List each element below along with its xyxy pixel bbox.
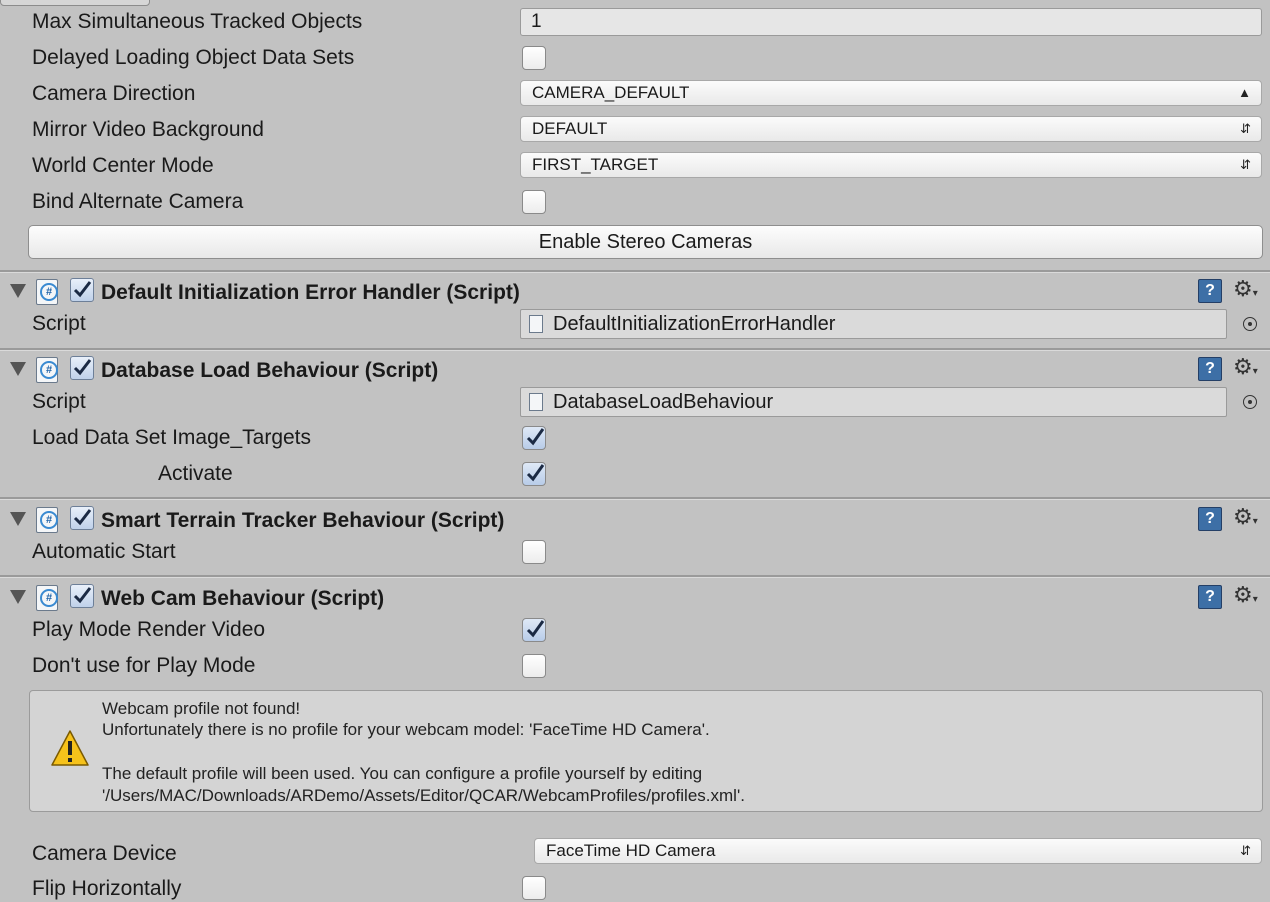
- bind-alt-camera-checkbox[interactable]: [522, 190, 546, 214]
- foldout-arrow-icon[interactable]: [10, 362, 26, 376]
- load-dataset-label: Load Data Set Image_Targets: [32, 426, 312, 449]
- error-handler-script-label: Script: [32, 312, 86, 335]
- flip-horizontally-label: Flip Horizontally: [32, 877, 182, 900]
- warning-line-1: Webcam profile not found!: [102, 699, 301, 718]
- script-file-icon: [529, 315, 543, 333]
- flip-horizontally-checkbox[interactable]: [522, 876, 546, 900]
- script-file-icon: [529, 393, 543, 411]
- warning-line-3: The default profile will been used. You …: [102, 764, 703, 783]
- gear-icon[interactable]: ⚙▾: [1233, 276, 1258, 307]
- error-handler-enabled-checkbox[interactable]: [70, 278, 94, 302]
- warning-line-2: Unfortunately there is no profile for yo…: [102, 720, 710, 739]
- play-mode-render-label: Play Mode Render Video: [32, 618, 266, 641]
- divider: [0, 575, 1270, 578]
- object-picker-icon[interactable]: [1243, 395, 1257, 409]
- max-tracked-input[interactable]: 1: [520, 8, 1262, 36]
- play-mode-render-checkbox[interactable]: [522, 618, 546, 642]
- dropdown-arrows-icon: ⇵: [1240, 121, 1251, 136]
- camera-device-dropdown[interactable]: FaceTime HD Camera ⇵: [534, 838, 1262, 864]
- smart-terrain-enabled-checkbox[interactable]: [70, 506, 94, 530]
- gear-icon[interactable]: ⚙▾: [1233, 354, 1258, 385]
- camera-device-value: FaceTime HD Camera: [546, 841, 716, 860]
- help-book-icon[interactable]: ?: [1198, 357, 1222, 381]
- foldout-arrow-icon[interactable]: [10, 284, 26, 298]
- mirror-dropdown[interactable]: DEFAULT ⇵: [520, 116, 1262, 142]
- dropdown-arrows-icon: ▲: [1238, 85, 1251, 100]
- camera-direction-dropdown[interactable]: CAMERA_DEFAULT ▲: [520, 80, 1262, 106]
- activate-checkbox[interactable]: [522, 462, 546, 486]
- csharp-script-icon: #: [36, 279, 58, 305]
- database-load-header: # Database Load Behaviour (Script) ? ⚙▾: [0, 354, 1270, 390]
- error-handler-script-field[interactable]: DefaultInitializationErrorHandler: [520, 309, 1227, 339]
- max-tracked-label: Max Simultaneous Tracked Objects: [32, 10, 363, 33]
- gear-icon[interactable]: ⚙▾: [1233, 582, 1258, 613]
- delayed-loading-checkbox[interactable]: [522, 46, 546, 70]
- help-book-icon[interactable]: ?: [1198, 507, 1222, 531]
- webcam-enabled-checkbox[interactable]: [70, 584, 94, 608]
- help-book-icon[interactable]: ?: [1198, 585, 1222, 609]
- load-dataset-checkbox[interactable]: [522, 426, 546, 450]
- database-load-script-label: Script: [32, 390, 86, 413]
- dropdown-arrows-icon: ⇵: [1240, 843, 1251, 858]
- world-center-label: World Center Mode: [32, 154, 214, 177]
- warning-line-4: '/Users/MAC/Downloads/ARDemo/Assets/Edit…: [102, 786, 745, 805]
- delayed-loading-label: Delayed Loading Object Data Sets: [32, 46, 355, 69]
- error-handler-header: # Default Initialization Error Handler (…: [0, 276, 1270, 312]
- camera-direction-value: CAMERA_DEFAULT: [532, 83, 690, 102]
- smart-terrain-title: Smart Terrain Tracker Behaviour (Script): [101, 509, 505, 532]
- database-load-enabled-checkbox[interactable]: [70, 356, 94, 380]
- webcam-header: # Web Cam Behaviour (Script) ? ⚙▾: [0, 582, 1270, 618]
- help-book-icon[interactable]: ?: [1198, 279, 1222, 303]
- camera-device-label: Camera Device: [32, 842, 177, 865]
- activate-label: Activate: [158, 462, 233, 485]
- divider: [0, 348, 1270, 351]
- csharp-script-icon: #: [36, 507, 58, 533]
- webcam-title: Web Cam Behaviour (Script): [101, 587, 385, 610]
- world-center-value: FIRST_TARGET: [532, 155, 659, 174]
- database-load-title: Database Load Behaviour (Script): [101, 359, 439, 382]
- csharp-script-icon: #: [36, 357, 58, 383]
- webcam-warning-box: Webcam profile not found! Unfortunately …: [29, 690, 1263, 812]
- warning-icon: [51, 730, 89, 766]
- csharp-script-icon: #: [36, 585, 58, 611]
- smart-terrain-header: # Smart Terrain Tracker Behaviour (Scrip…: [0, 504, 1270, 540]
- world-center-dropdown[interactable]: FIRST_TARGET ⇵: [520, 152, 1262, 178]
- divider: [0, 497, 1270, 500]
- mirror-value: DEFAULT: [532, 119, 608, 138]
- bind-alt-camera-label: Bind Alternate Camera: [32, 190, 244, 213]
- gear-icon[interactable]: ⚙▾: [1233, 504, 1258, 535]
- inspector-tab[interactable]: [0, 0, 150, 6]
- error-handler-title: Default Initialization Error Handler (Sc…: [101, 281, 520, 304]
- enable-stereo-cameras-button[interactable]: Enable Stereo Cameras: [28, 225, 1263, 259]
- automatic-start-checkbox[interactable]: [522, 540, 546, 564]
- database-load-script-value: DatabaseLoadBehaviour: [553, 391, 774, 413]
- dont-use-label: Don't use for Play Mode: [32, 654, 256, 677]
- object-picker-icon[interactable]: [1243, 317, 1257, 331]
- dont-use-checkbox[interactable]: [522, 654, 546, 678]
- database-load-script-field[interactable]: DatabaseLoadBehaviour: [520, 387, 1227, 417]
- error-handler-script-value: DefaultInitializationErrorHandler: [553, 313, 836, 335]
- mirror-label: Mirror Video Background: [32, 118, 264, 141]
- foldout-arrow-icon[interactable]: [10, 512, 26, 526]
- camera-direction-label: Camera Direction: [32, 82, 196, 105]
- foldout-arrow-icon[interactable]: [10, 590, 26, 604]
- divider: [0, 270, 1270, 273]
- automatic-start-label: Automatic Start: [32, 540, 176, 563]
- dropdown-arrows-icon: ⇵: [1240, 157, 1251, 172]
